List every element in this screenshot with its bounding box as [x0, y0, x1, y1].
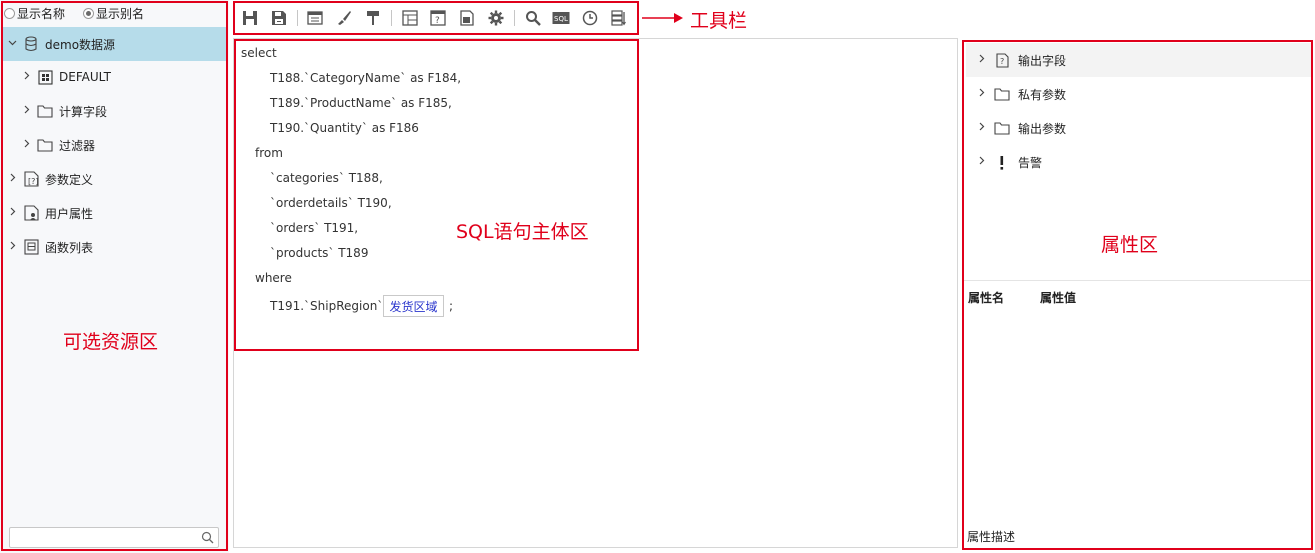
- tree-item-label: demo数据源: [45, 37, 116, 52]
- tree-item-param-defs[interactable]: [?] 参数定义: [3, 162, 226, 196]
- chevron-right-icon[interactable]: [21, 71, 31, 83]
- folder-icon: [994, 120, 1010, 136]
- function-list-icon: [23, 239, 39, 255]
- tree-item-output-fields[interactable]: ? 输出字段: [966, 43, 1311, 77]
- sql-line[interactable]: `orders` T191,: [270, 221, 358, 235]
- property-area-annotation: 属性区: [1101, 234, 1159, 256]
- tree-item-label: 用户属性: [45, 206, 94, 221]
- chevron-right-icon[interactable]: [976, 156, 986, 168]
- tree-item-filters[interactable]: 过滤器: [3, 128, 226, 162]
- param-def-icon: [?]: [23, 171, 39, 187]
- sql-area-annotation: SQL语句主体区: [456, 221, 589, 243]
- sql-icon[interactable]: SQL: [551, 7, 573, 29]
- tree-item-label: 过滤器: [59, 138, 96, 153]
- settings-list-icon[interactable]: [608, 7, 630, 29]
- sql-icon-text: SQL: [554, 15, 568, 23]
- output-field-icon: ?: [994, 52, 1010, 68]
- layout-icon[interactable]: [305, 7, 327, 29]
- sql-line[interactable]: T188.`CategoryName` as F184,: [270, 71, 461, 85]
- sql-line[interactable]: `categories` T188,: [270, 171, 383, 185]
- svg-text:?: ?: [1000, 57, 1004, 66]
- tree-item-label: 函数列表: [45, 240, 94, 255]
- tree-item-default[interactable]: DEFAULT: [3, 60, 226, 94]
- tree-item-datasource[interactable]: demo数据源: [3, 27, 226, 61]
- chevron-right-icon[interactable]: [21, 105, 31, 117]
- toolbar-annotation: 工具栏: [690, 10, 748, 32]
- brush-icon[interactable]: [333, 7, 355, 29]
- database-icon: [23, 36, 39, 52]
- toolbar: ? SQL: [233, 1, 639, 35]
- tree-item-label: 告警: [1018, 155, 1043, 170]
- resource-search[interactable]: [9, 527, 219, 548]
- sql-line[interactable]: `products` T189: [270, 246, 368, 260]
- save-as-icon[interactable]: [268, 7, 290, 29]
- table-icon[interactable]: [399, 7, 421, 29]
- display-mode-radios: 显示名称 显示别名: [4, 5, 162, 21]
- sql-line[interactable]: T189.`ProductName` as F185,: [270, 96, 452, 110]
- property-description: 属性描述: [967, 530, 1016, 544]
- tree-item-label: 输出字段: [1018, 53, 1067, 68]
- radio-show-alias-dot[interactable]: [83, 7, 95, 19]
- tree-item-user-attrs[interactable]: 用户属性: [3, 196, 226, 230]
- chevron-right-icon[interactable]: [976, 54, 986, 66]
- folder-icon: [994, 86, 1010, 102]
- help-doc-icon[interactable]: ?: [428, 7, 450, 29]
- property-value-header: 属性值: [1040, 291, 1077, 305]
- sql-terminator: ;: [449, 299, 454, 313]
- chevron-right-icon[interactable]: [7, 241, 17, 253]
- gear-icon[interactable]: [485, 7, 507, 29]
- search-icon[interactable]: [522, 7, 544, 29]
- tree-item-function-list[interactable]: 函数列表: [3, 230, 226, 264]
- user-attr-icon: [23, 205, 39, 221]
- toolbar-separator: [296, 10, 298, 26]
- search-icon[interactable]: [201, 531, 214, 544]
- sql-line[interactable]: select: [241, 46, 277, 60]
- radio-show-name-label: 显示名称: [17, 6, 66, 21]
- tree-item-label: DEFAULT: [59, 70, 111, 84]
- svg-text:?: ?: [435, 16, 440, 26]
- chevron-right-icon[interactable]: [976, 88, 986, 100]
- tree-item-computed-fields[interactable]: 计算字段: [3, 94, 226, 128]
- format-icon[interactable]: [362, 7, 384, 29]
- export-icon[interactable]: [456, 7, 478, 29]
- tree-item-output-params[interactable]: 输出参数: [966, 111, 1311, 145]
- property-divider: [964, 280, 1311, 281]
- sql-line[interactable]: from: [255, 146, 283, 160]
- tree-item-label: 输出参数: [1018, 121, 1067, 136]
- resource-area-annotation: 可选资源区: [63, 331, 159, 353]
- alert-icon: [994, 154, 1010, 170]
- radio-show-alias[interactable]: 显示别名: [83, 5, 144, 22]
- tree-item-label: 私有参数: [1018, 87, 1067, 102]
- folder-icon: [37, 137, 53, 153]
- sql-line[interactable]: T190.`Quantity` as F186: [270, 121, 419, 135]
- chevron-right-icon[interactable]: [976, 122, 986, 134]
- toolbar-separator: [390, 10, 392, 26]
- radio-show-name-dot[interactable]: [4, 7, 15, 19]
- chevron-right-icon[interactable]: [21, 139, 31, 151]
- clock-icon[interactable]: [579, 7, 601, 29]
- sql-line[interactable]: where: [255, 271, 292, 285]
- chevron-right-icon[interactable]: [7, 173, 17, 185]
- save-icon[interactable]: [239, 7, 261, 29]
- resource-panel: 显示名称 显示别名 demo数据源 DEFAULT 计算字段 过滤器 [?] 参…: [0, 0, 229, 553]
- param-chip-ship-region[interactable]: 发货区域: [383, 295, 444, 317]
- tree-item-alerts[interactable]: 告警: [966, 145, 1311, 179]
- radio-show-alias-label: 显示别名: [96, 6, 145, 21]
- sql-line[interactable]: `orderdetails` T190,: [270, 196, 392, 210]
- chevron-right-icon[interactable]: [7, 207, 17, 219]
- property-panel: ? 输出字段 私有参数 输出参数 告警 属性区 属性名 属性值 属性描述: [962, 40, 1313, 550]
- tree-item-label: 计算字段: [59, 104, 108, 119]
- schema-grid-icon: [37, 69, 53, 85]
- radio-show-name[interactable]: 显示名称: [4, 5, 65, 22]
- sql-line[interactable]: T191.`ShipRegion`=: [270, 299, 393, 313]
- chevron-down-icon[interactable]: [7, 38, 17, 50]
- svg-text:[?]: [?]: [28, 177, 39, 186]
- toolbar-separator: [513, 10, 515, 26]
- tree-item-label: 参数定义: [45, 172, 94, 187]
- folder-icon: [37, 103, 53, 119]
- tree-item-private-params[interactable]: 私有参数: [966, 77, 1311, 111]
- toolbar-arrow-icon: [642, 13, 683, 23]
- resource-search-input[interactable]: [10, 528, 190, 547]
- property-name-header: 属性名: [968, 291, 1005, 305]
